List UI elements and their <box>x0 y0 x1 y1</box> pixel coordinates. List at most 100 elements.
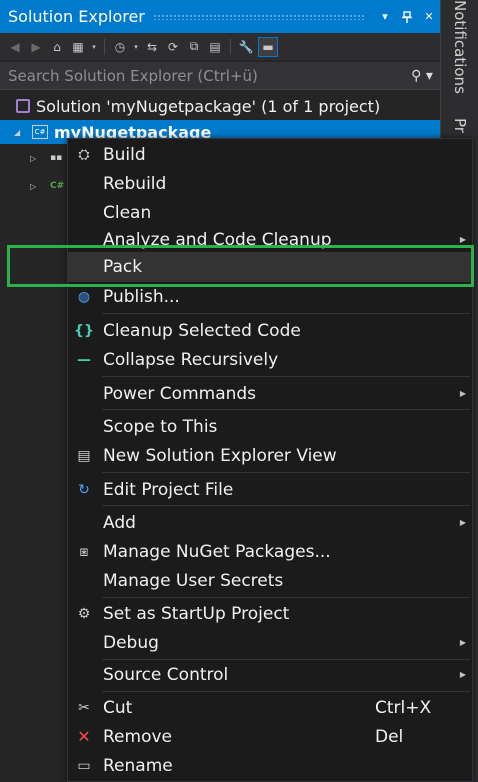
context-menu: ⛭ Build Rebuild Clean Analyze and Code C… <box>67 138 473 782</box>
menu-item-new-solution-explorer-view[interactable]: ▤ New Solution Explorer View <box>68 441 472 470</box>
show-all-files-icon[interactable]: ▤ <box>206 37 224 57</box>
back-icon[interactable]: ◀ <box>6 37 24 57</box>
menu-item-cut[interactable]: ✂ Cut Ctrl+X <box>68 693 472 722</box>
panel-title: Solution Explorer <box>8 7 145 26</box>
menu-label: Publish... <box>103 286 180 307</box>
menu-label: Rename <box>103 755 173 776</box>
shortcut-label: Ctrl+X <box>375 697 432 718</box>
menu-item-remove[interactable]: ✕ Remove Del <box>68 722 472 751</box>
submenu-arrow-icon: ▶ <box>459 235 466 244</box>
home-icon[interactable]: ⌂ <box>48 37 66 57</box>
toolbar-divider <box>104 38 105 55</box>
collapse-arrow-icon[interactable]: ◢ <box>14 128 26 137</box>
menu-separator <box>102 376 470 377</box>
search-icon[interactable]: ⚲ ▾ <box>404 68 440 84</box>
expand-arrow-icon[interactable]: ▷ <box>30 182 42 191</box>
title-bar: Solution Explorer ▾ ✕ <box>0 0 440 33</box>
menu-label: Manage User Secrets <box>103 570 284 591</box>
scissors-icon: ✂ <box>78 699 90 716</box>
menu-separator <box>102 505 470 506</box>
menu-item-power-commands[interactable]: Power Commands ▶ <box>68 379 472 408</box>
build-icon: ⛭ <box>78 146 90 163</box>
gear-icon: ⚙ <box>77 605 91 622</box>
tree-solution-node[interactable]: Solution 'myNugetpackage' (1 of 1 projec… <box>0 92 440 120</box>
solution-explorer-toolbar: ◀ ▶ ⌂ ▦ ▾ ◷ ▾ ⇆ ⟳ ⧉ ▤ 🔧 ▬ <box>0 33 440 60</box>
menu-separator <box>102 691 470 692</box>
submenu-arrow-icon: ▶ <box>459 638 466 647</box>
new-view-icon: ▤ <box>77 447 91 464</box>
menu-item-manage-nuget-packages[interactable]: ⧆ Manage NuGet Packages... <box>68 537 472 566</box>
edit-redirect-icon: ↻ <box>78 481 90 498</box>
nuget-package-icon: ⧆ <box>79 543 89 560</box>
menu-label: Debug <box>103 632 159 653</box>
csharp-file-icon: C# <box>50 181 65 191</box>
menu-label: Remove <box>103 726 172 747</box>
menu-separator <box>102 472 470 473</box>
menu-label: Add <box>103 512 136 533</box>
filter-dropdown-icon[interactable]: ▾ <box>132 37 140 57</box>
menu-label: Clean <box>103 202 152 223</box>
expand-arrow-icon[interactable]: ▷ <box>30 154 42 163</box>
menu-item-rename[interactable]: ▭ Rename <box>68 751 472 780</box>
switch-views-icon[interactable]: ▦ <box>69 37 87 57</box>
forward-icon[interactable]: ▶ <box>27 37 45 57</box>
submenu-arrow-icon: ▶ <box>459 389 466 398</box>
menu-label: Manage NuGet Packages... <box>103 541 331 562</box>
menu-label: Source Control <box>103 664 229 685</box>
dependencies-icon: ▪▪ <box>50 153 63 163</box>
menu-separator <box>102 597 470 598</box>
braces-icon: {} <box>74 322 94 339</box>
submenu-arrow-icon: ▶ <box>459 670 466 679</box>
menu-label: Scope to This <box>103 416 218 437</box>
pending-changes-filter-icon[interactable]: ◷ <box>111 37 129 57</box>
menu-item-debug[interactable]: Debug ▶ <box>68 628 472 657</box>
csharp-project-icon: C# <box>32 125 48 139</box>
pin-icon[interactable] <box>396 6 418 28</box>
collapse-all-icon[interactable]: ⧉ <box>185 37 203 57</box>
solution-icon <box>16 99 30 113</box>
menu-label: Rebuild <box>103 173 167 194</box>
menu-item-scope-to-this[interactable]: Scope to This <box>68 412 472 441</box>
tab-properties[interactable]: Pr <box>451 118 469 133</box>
menu-item-clean[interactable]: Clean <box>68 198 472 227</box>
menu-label: Set as StartUp Project <box>103 603 290 624</box>
solution-label: Solution 'myNugetpackage' (1 of 1 projec… <box>36 96 381 116</box>
pack-highlight-annotation <box>7 245 474 287</box>
search-input[interactable] <box>0 62 404 89</box>
menu-item-manage-user-secrets[interactable]: Manage User Secrets <box>68 566 472 595</box>
switch-views-dropdown-icon[interactable]: ▾ <box>90 37 98 57</box>
menu-label: Power Commands <box>103 383 257 404</box>
menu-item-add[interactable]: Add ▶ <box>68 508 472 537</box>
toolbar-divider <box>230 38 231 55</box>
menu-item-rebuild[interactable]: Rebuild <box>68 169 472 198</box>
menu-item-collapse-recursively[interactable]: — Collapse Recursively <box>68 345 472 374</box>
menu-separator <box>102 409 470 410</box>
shortcut-label: Del <box>375 726 404 747</box>
rename-icon: ▭ <box>77 757 91 774</box>
menu-label: Collapse Recursively <box>103 349 279 370</box>
menu-item-edit-project-file[interactable]: ↻ Edit Project File <box>68 475 472 504</box>
properties-wrench-icon[interactable]: 🔧 <box>237 37 255 57</box>
preview-selected-items-icon[interactable]: ▬ <box>258 36 278 57</box>
menu-label: Cleanup Selected Code <box>103 320 301 341</box>
menu-item-cleanup-selected-code[interactable]: {} Cleanup Selected Code <box>68 316 472 345</box>
globe-icon: ◍ <box>77 288 91 305</box>
menu-separator <box>102 313 470 314</box>
search-bar: ⚲ ▾ <box>0 62 440 90</box>
menu-item-build[interactable]: ⛭ Build <box>68 140 472 169</box>
menu-item-source-control[interactable]: Source Control ▶ <box>68 660 472 689</box>
tab-notifications[interactable]: Notifications <box>451 0 469 94</box>
submenu-arrow-icon: ▶ <box>459 518 466 527</box>
close-icon[interactable]: ✕ <box>418 6 440 28</box>
collapse-icon: — <box>77 351 91 368</box>
menu-label: New Solution Explorer View <box>103 445 337 466</box>
title-grip[interactable] <box>152 13 366 20</box>
remove-x-icon: ✕ <box>77 727 91 746</box>
menu-label: Edit Project File <box>103 479 234 500</box>
window-position-dropdown-icon[interactable]: ▾ <box>374 6 396 28</box>
menu-item-set-as-startup-project[interactable]: ⚙ Set as StartUp Project <box>68 599 472 628</box>
menu-label: Build <box>103 144 146 165</box>
refresh-icon[interactable]: ⟳ <box>164 37 182 57</box>
sync-with-active-document-icon[interactable]: ⇆ <box>143 37 161 57</box>
menu-label: Cut <box>103 697 133 718</box>
